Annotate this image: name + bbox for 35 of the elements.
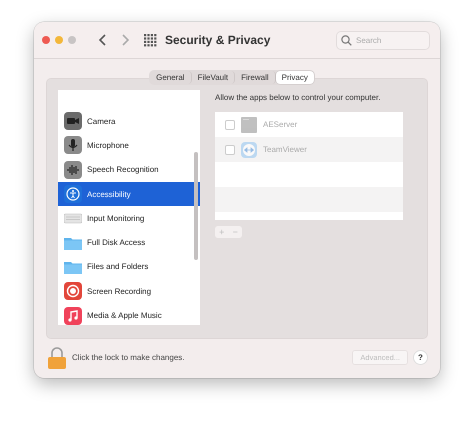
- app-name: TeamViewer: [263, 145, 307, 154]
- sidebar-item[interactable]: Full Disk Access: [58, 230, 200, 255]
- lock-message: Click the lock to make changes.: [72, 353, 184, 362]
- checkbox[interactable]: [225, 144, 235, 154]
- search-field[interactable]: Search: [336, 30, 430, 50]
- checkbox[interactable]: [225, 120, 235, 130]
- lock-icon[interactable]: [47, 346, 67, 368]
- back-icon[interactable]: [98, 33, 108, 47]
- double-arrow-icon: [241, 142, 257, 158]
- grid-icon[interactable]: [144, 34, 157, 46]
- sidebar-item[interactable]: Speech Recognition: [58, 158, 200, 182]
- sidebar-item[interactable]: Media & Apple Music: [58, 303, 200, 325]
- app-icon: [241, 116, 257, 132]
- app-name: AEServer: [263, 120, 298, 129]
- sidebar-item[interactable]: Camera: [58, 109, 200, 134]
- help-button[interactable]: ?: [413, 350, 428, 365]
- microphone-icon: [64, 136, 82, 154]
- accessibility-icon: [64, 185, 82, 204]
- sidebar-item[interactable]: Accessibility: [58, 182, 200, 206]
- description-text: Allow the apps below to control your computer.: [215, 93, 382, 102]
- sidebar-item[interactable]: Files and Folders: [58, 254, 200, 280]
- zoom-button[interactable]: [68, 36, 76, 44]
- record-icon: [64, 282, 82, 300]
- forward-icon[interactable]: [120, 33, 130, 47]
- scrollbar[interactable]: [194, 152, 198, 260]
- waveform-icon: [64, 160, 82, 179]
- minimize-button[interactable]: [55, 36, 63, 44]
- sidebar-item[interactable]: Microphone: [58, 133, 200, 158]
- close-button[interactable]: [42, 36, 50, 44]
- window-title: Security & Privacy: [165, 33, 270, 47]
- tab[interactable]: FileVault: [192, 71, 236, 84]
- sidebar-item[interactable]: Screen Recording: [58, 279, 200, 304]
- tab[interactable]: Privacy: [276, 71, 314, 84]
- camera-icon: [64, 112, 82, 130]
- sidebar-item[interactable]: Input Monitoring: [58, 206, 200, 230]
